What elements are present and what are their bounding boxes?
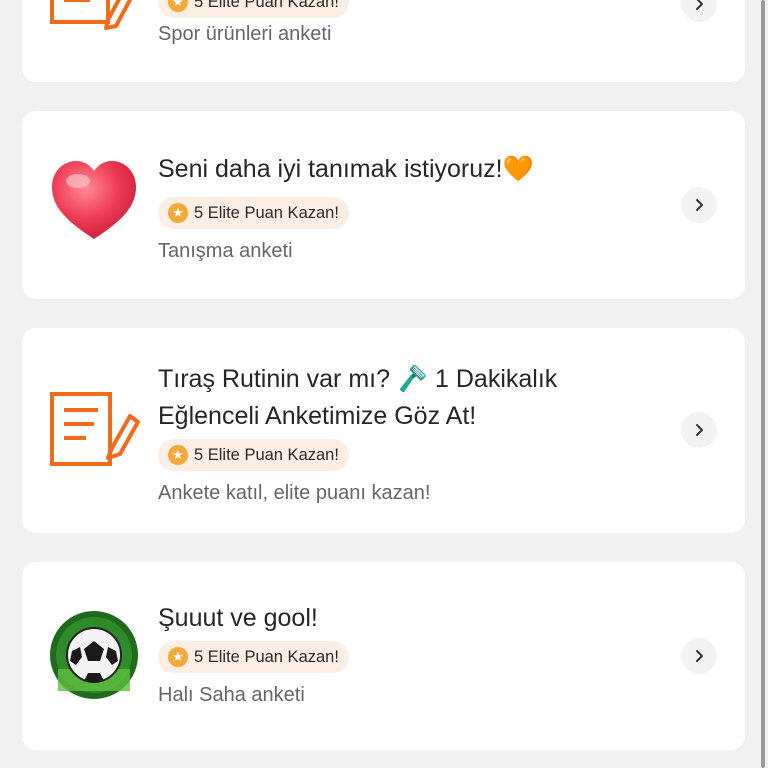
reward-badge: ★ 5 Elite Puan Kazan! xyxy=(158,0,349,18)
chevron-right-icon[interactable] xyxy=(681,412,717,448)
survey-card[interactable]: Şuuut ve gool! ★ 5 Elite Puan Kazan! Hal… xyxy=(22,562,745,750)
star-icon: ★ xyxy=(168,445,188,465)
badge-label: 5 Elite Puan Kazan! xyxy=(194,0,339,11)
survey-form-icon xyxy=(50,0,138,58)
reward-badge: ★ 5 Elite Puan Kazan! xyxy=(158,439,349,471)
badge-label: 5 Elite Puan Kazan! xyxy=(194,647,339,666)
reward-badge: ★ 5 Elite Puan Kazan! xyxy=(158,641,349,673)
card-title: Tıraş Rutinin var mı? 🪒 1 Dakikalık Eğle… xyxy=(158,361,598,435)
survey-card[interactable]: Tıraş Rutinin var mı? 🪒 1 Dakikalık Eğle… xyxy=(22,328,745,533)
heart-icon xyxy=(50,159,138,247)
star-icon: ★ xyxy=(168,0,188,12)
survey-form-icon xyxy=(50,388,140,476)
title-line: Eğlenceli Anketimize Göz At! xyxy=(158,402,477,430)
chevron-right-icon[interactable] xyxy=(681,187,717,223)
survey-card[interactable]: Seni daha iyi tanımak istiyoruz!🧡 ★ 5 El… xyxy=(22,111,745,299)
title-line: Şuuut ve gool! xyxy=(158,604,318,632)
star-icon: ★ xyxy=(168,647,188,667)
star-icon: ★ xyxy=(168,203,188,223)
card-title: Seni daha iyi tanımak istiyoruz!🧡 xyxy=(158,151,598,188)
soccer-ball-icon xyxy=(50,611,138,699)
scrollbar[interactable] xyxy=(761,0,765,768)
reward-badge: ★ 5 Elite Puan Kazan! xyxy=(158,197,349,229)
card-subtitle: Tanışma anketi xyxy=(158,240,293,262)
card-title: Şuuut ve gool! xyxy=(158,600,598,637)
title-line: Tıraş Rutinin var mı? 🪒 1 Dakikalık xyxy=(158,365,558,393)
survey-card[interactable]: ★ 5 Elite Puan Kazan! Spor ürünleri anke… xyxy=(22,0,745,82)
chevron-right-icon[interactable] xyxy=(681,638,717,674)
badge-label: 5 Elite Puan Kazan! xyxy=(194,203,339,222)
chevron-right-icon[interactable] xyxy=(681,0,717,22)
card-subtitle: Halı Saha anketi xyxy=(158,684,305,706)
title-line: Seni daha iyi tanımak istiyoruz!🧡 xyxy=(158,155,534,183)
card-subtitle: Ankete katıl, elite puanı kazan! xyxy=(158,482,431,504)
card-subtitle: Spor ürünleri anketi xyxy=(158,23,332,45)
badge-label: 5 Elite Puan Kazan! xyxy=(194,445,339,464)
